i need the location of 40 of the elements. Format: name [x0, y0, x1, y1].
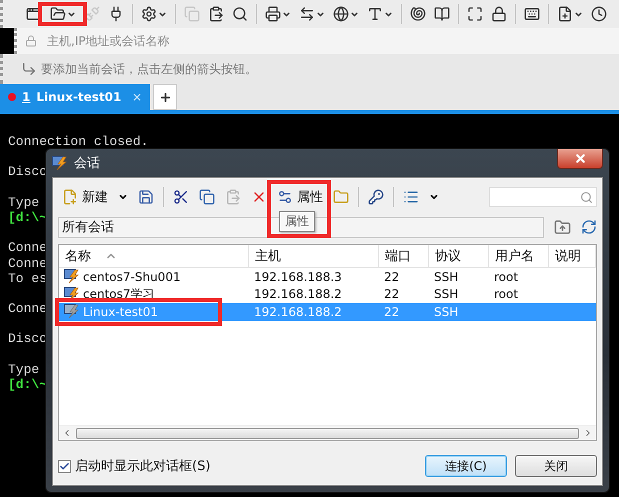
protocol-cell: SSH [434, 304, 458, 319]
session-name: centos7-Shu001 [83, 270, 181, 284]
terminal-line: Connection closed. [8, 134, 148, 150]
column-header[interactable]: 说明 [549, 245, 596, 267]
terminal-line: Type [8, 194, 40, 210]
column-header[interactable]: 端口 [379, 245, 429, 267]
session-row[interactable]: centos7-Shu001 192.168.188.3 22 SSH root [59, 268, 596, 286]
hint-text: 要添加当前会话，点击左侧的箭头按钮。 [41, 60, 257, 78]
session-name: Linux-test01 [83, 304, 158, 319]
column-header[interactable]: 用户名 [489, 245, 549, 267]
terminal-line: Conne [8, 240, 48, 256]
tab-number: 1 [22, 90, 30, 104]
address-bar[interactable]: 主机,IP地址或会话名称 [14, 28, 619, 54]
host-cell: 192.168.188.2 [254, 287, 342, 302]
toolbar-button[interactable]: 新建 [58, 184, 132, 210]
tab-label: Linux-test01 [36, 90, 122, 104]
user-cell: root [494, 270, 518, 284]
terminal-line: Type [8, 362, 40, 377]
host-cell: 192.168.188.2 [254, 304, 342, 319]
protocol-cell: SSH [434, 287, 458, 302]
port-cell: 22 [384, 287, 400, 302]
startup-checkbox[interactable]: 启动时显示此对话框(S) [58, 457, 210, 475]
host-cell: 192.168.188.3 [254, 270, 342, 284]
user-cell: root [494, 287, 518, 302]
prompt-line: [d:\~ [8, 377, 48, 392]
prompt-line: [d:\~ [8, 210, 48, 226]
column-header[interactable]: 协议 [429, 245, 489, 267]
dialog-button[interactable]: 关闭 [515, 455, 597, 477]
terminal-line: Conne [8, 301, 48, 316]
port-cell: 22 [384, 270, 400, 284]
terminal-line: Conne [8, 256, 48, 271]
address-field[interactable]: 主机,IP地址或会话名称 [45, 33, 619, 49]
column-header[interactable]: 名称 [59, 245, 249, 267]
dialog-button[interactable]: 连接(C) [425, 455, 507, 477]
column-header[interactable]: 主机 [249, 245, 379, 267]
toolbar-button[interactable]: 属性 [273, 184, 327, 210]
port-cell: 22 [384, 304, 400, 319]
tooltip: 属性 [279, 211, 315, 232]
protocol-cell: SSH [434, 270, 458, 284]
dialog-title: 会话 [74, 155, 100, 172]
